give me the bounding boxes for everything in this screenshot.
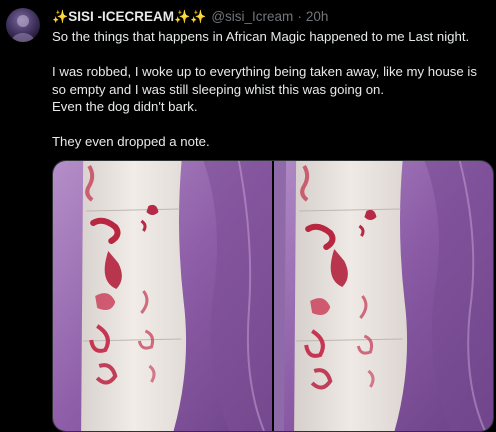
display-name-text: SISI -ICECREAM [68,8,174,24]
tweet-paragraph: Even the dog didn't bark. [52,99,198,114]
sparkle-icon: ✨ [173,8,191,24]
sparkle-icon: ✨ [52,8,69,24]
tweet-paragraph: They even dropped a note. [52,134,210,149]
tweet[interactable]: ✨ SISI -ICECREAM ✨ ✨ @sisi_Icream · 20h … [0,0,496,432]
timestamp[interactable]: 20h [306,9,329,24]
tweet-header: ✨ SISI -ICECREAM ✨ ✨ @sisi_Icream · 20h [52,7,328,25]
separator-dot: · [297,8,302,24]
photo-of-note-left[interactable] [53,161,272,431]
user-handle[interactable]: @sisi_Icream [211,9,293,24]
avatar[interactable] [6,8,40,42]
display-name[interactable]: ✨ SISI -ICECREAM ✨ ✨ [52,9,206,24]
tweet-media [52,160,494,432]
sparkle-icon: ✨ [190,8,207,24]
tweet-text: So the things that happens in African Ma… [52,28,492,151]
tweet-paragraph: I was robbed, I woke up to everything be… [52,64,477,97]
tweet-paragraph: So the things that happens in African Ma… [52,29,470,44]
photo-of-note-right[interactable] [274,161,493,431]
